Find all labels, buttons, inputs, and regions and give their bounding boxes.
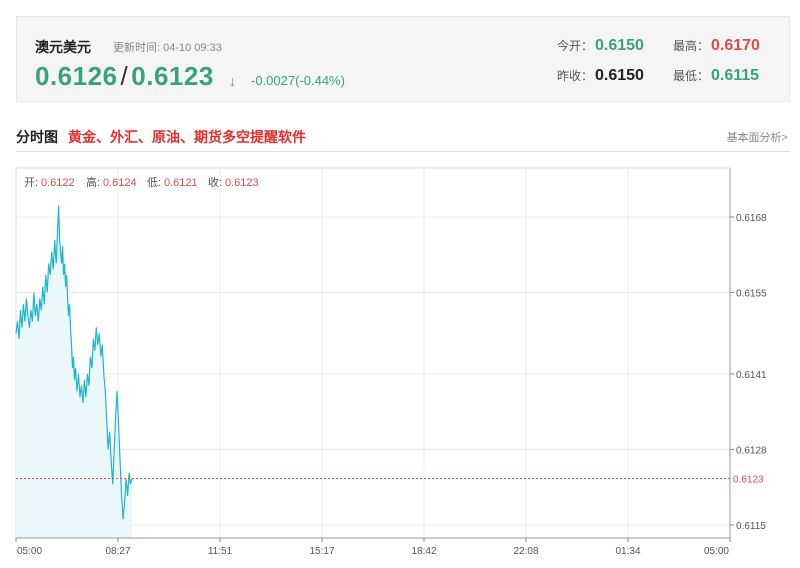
intraday-chart[interactable]: 0.6123 0.6168 0.6155 0.6141 0.6128 0.6115 05… (0, 160, 800, 560)
stat-high: 最高： 0.6170 (673, 37, 760, 55)
stat-prev-close-value: 0.6150 (595, 67, 644, 84)
ohlc-open-value: 0.6122 (41, 177, 75, 189)
y-tick-label: 0.6168 (736, 213, 767, 224)
arrow-down-icon: ↓ (229, 73, 236, 89)
fundamental-analysis-link[interactable]: 基本面分析> (727, 129, 788, 145)
section-header: 分时图 黄金、外汇、原油、期货多空提醒软件 基本面分析> (16, 126, 790, 152)
ohlc-low-value: 0.6121 (164, 177, 198, 189)
quote-panel: 澳元美元 更新时间: 04-10 09:33 0.6126/0.6123 ↓ -… (16, 16, 790, 102)
x-tick-label: 18:42 (411, 546, 436, 557)
instrument-name: 澳元美元 (35, 39, 91, 55)
ohlc-open-label: 开: (24, 177, 38, 189)
promo-link[interactable]: 黄金、外汇、原油、期货多空提醒软件 (68, 127, 306, 147)
ohlc-close-value: 0.6123 (225, 177, 259, 189)
x-tick-label: 08:27 (105, 546, 130, 557)
stat-open-value: 0.6150 (595, 37, 644, 54)
y-tick-label: 0.6155 (736, 289, 767, 300)
stat-open: 今开： 0.6150 (557, 37, 644, 55)
x-tick-label: 01:34 (615, 546, 640, 557)
stat-low-value: 0.6115 (711, 67, 760, 84)
stat-open-label: 今开： (557, 39, 594, 53)
x-tick-label: 22:08 (513, 546, 538, 557)
price-separator: / (120, 61, 129, 91)
x-tick-label: 05:00 (17, 546, 42, 557)
stat-prev-close-label: 昨收： (557, 69, 594, 83)
ask-price: 0.6123 (131, 61, 214, 91)
update-time: 更新时间: 04-10 09:33 (113, 42, 222, 54)
x-tick-label: 15:17 (309, 546, 334, 557)
y-tick-label: 0.6128 (736, 445, 767, 456)
stat-high-value: 0.6170 (711, 37, 760, 54)
stat-prev-close: 昨收： 0.6150 (557, 67, 644, 85)
plot-frame (15, 167, 731, 539)
x-axis: 05:00 08:27 11:51 15:17 18:42 22:08 01:34 05:00 (15, 537, 731, 557)
stat-high-label: 最高： (673, 39, 710, 53)
ohlc-high-label: 高: (86, 175, 100, 189)
x-tick-label: 11:51 (208, 546, 233, 557)
y-tick-label: 0.6141 (736, 370, 767, 381)
bid-ask-price: 0.6126/0.6123 (35, 61, 214, 92)
ohlc-high-value: 0.6124 (103, 177, 137, 189)
ohlc-low-label: 低: (147, 176, 161, 189)
stat-low-label: 最低： (673, 69, 710, 83)
price-change: -0.0027(-0.44%) (251, 73, 345, 88)
y-tick-label: 0.6115 (736, 521, 766, 532)
section-title: 分时图 (16, 129, 58, 145)
stat-low: 最低： 0.6115 (673, 67, 759, 85)
ohlc-close-label: 收: (208, 175, 222, 189)
bid-price: 0.6126 (35, 61, 118, 91)
last-price-label: 0.6123 (733, 475, 764, 486)
x-tick-label: 05:00 (704, 546, 729, 557)
